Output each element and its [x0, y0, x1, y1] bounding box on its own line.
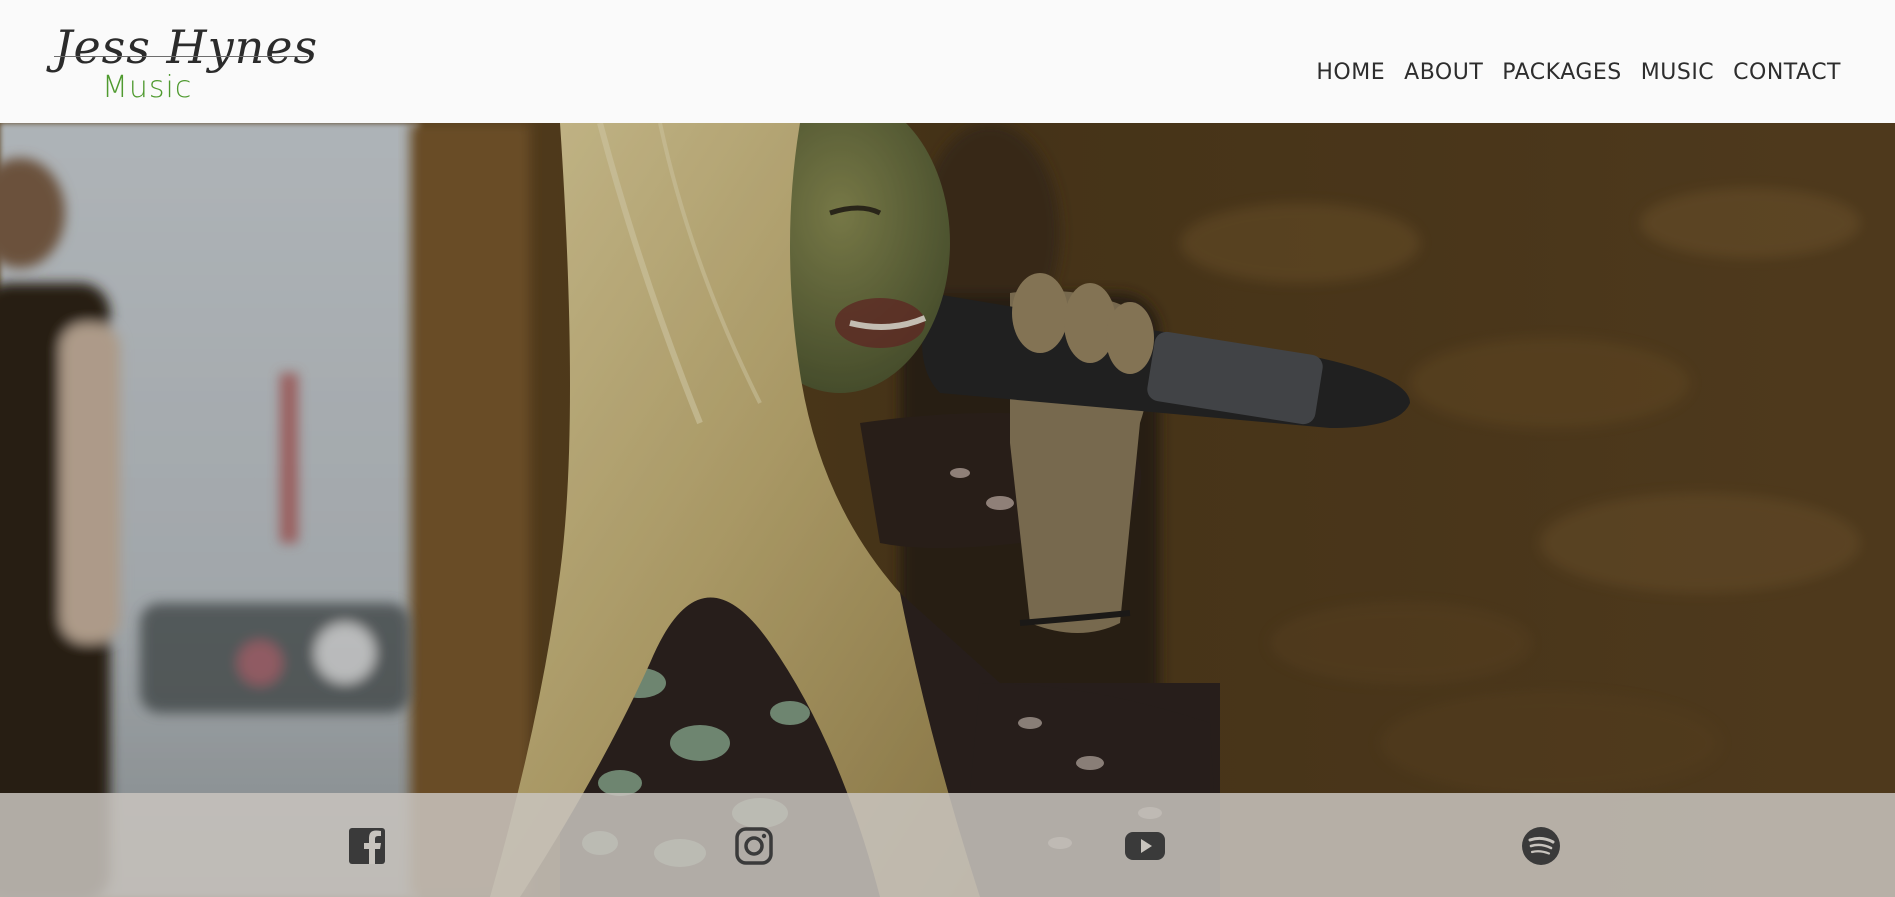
site-header: Jess Hynes Music HOME ABOUT PACKAGES MUS…	[0, 0, 1895, 123]
site-logo[interactable]: Jess Hynes Music	[54, 20, 317, 106]
facebook-icon[interactable]	[346, 825, 388, 867]
nav-home[interactable]: HOME	[1316, 60, 1385, 85]
nav-about[interactable]: ABOUT	[1404, 60, 1483, 85]
nav-packages[interactable]: PACKAGES	[1502, 60, 1622, 85]
logo-sub-name: Music	[102, 70, 193, 105]
main-nav: HOME ABOUT PACKAGES MUSIC CONTACT	[1316, 60, 1841, 85]
logo-script-name: Jess Hynes	[54, 20, 319, 74]
logo-underline	[54, 56, 308, 57]
hero-banner	[0, 123, 1895, 897]
hero-photo	[0, 123, 1895, 897]
youtube-icon[interactable]	[1124, 825, 1166, 867]
social-bar	[0, 793, 1895, 897]
instagram-icon[interactable]	[733, 825, 775, 867]
spotify-icon[interactable]	[1520, 825, 1562, 867]
nav-music[interactable]: MUSIC	[1641, 60, 1714, 85]
nav-contact[interactable]: CONTACT	[1733, 60, 1841, 85]
